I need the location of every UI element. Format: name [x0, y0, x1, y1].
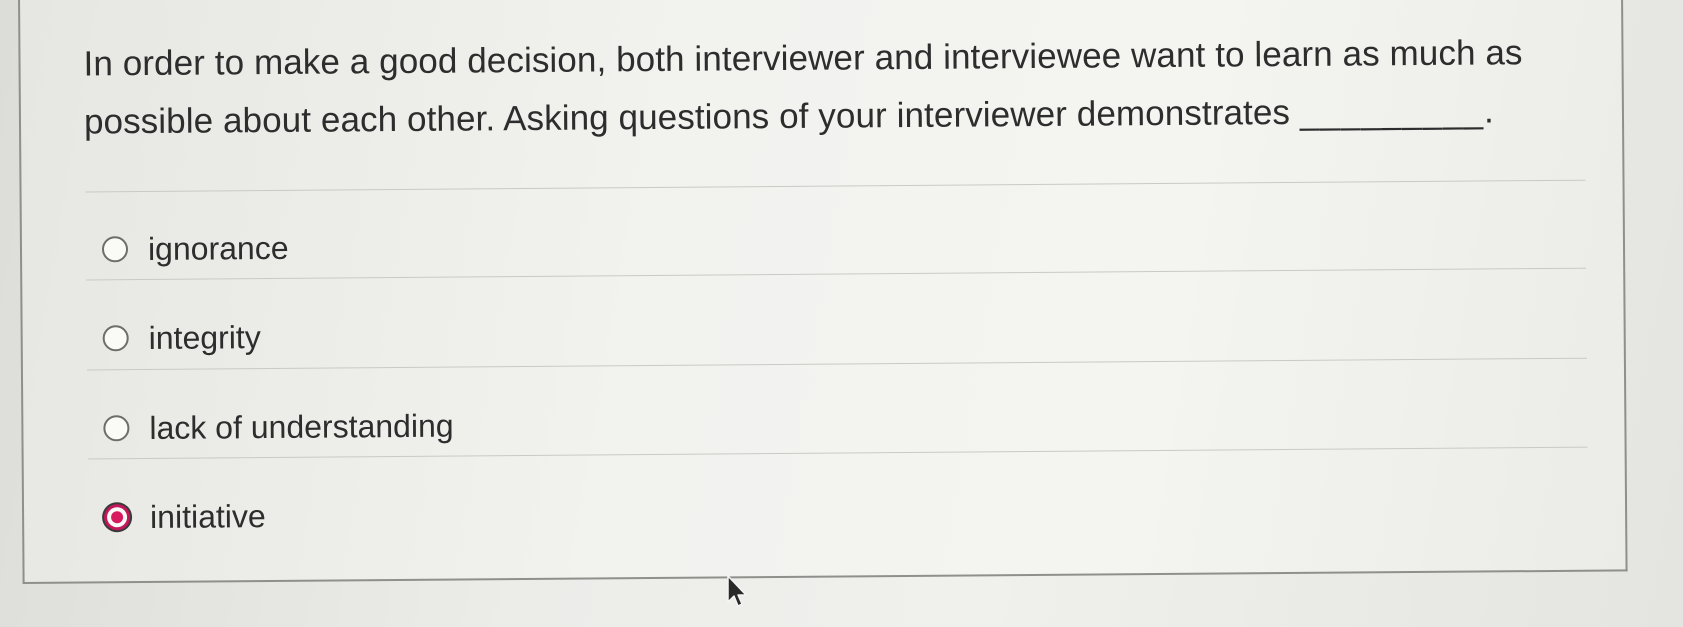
option-label: initiative	[149, 497, 266, 535]
option-label: ignorance	[147, 229, 289, 267]
option-label: lack of understanding	[149, 407, 454, 446]
radio-button-selected[interactable]	[103, 504, 131, 531]
option-lack-of-understanding[interactable]: lack of understanding	[103, 401, 454, 454]
radio-button[interactable]	[103, 415, 130, 442]
option-integrity[interactable]: integrity	[102, 312, 261, 363]
divider	[85, 179, 1586, 193]
mouse-pointer-icon	[727, 575, 747, 607]
answer-blank: _________.	[1299, 91, 1495, 132]
radio-button[interactable]	[102, 325, 129, 352]
option-ignorance[interactable]: ignorance	[101, 223, 289, 274]
divider	[86, 357, 1587, 371]
radio-button[interactable]	[101, 236, 129, 263]
divider	[86, 267, 1587, 281]
option-label: integrity	[148, 318, 261, 356]
question-card: In order to make a good decision, both i…	[18, 0, 1628, 584]
question-text: In order to make a good decision, both i…	[83, 24, 1604, 152]
option-initiative[interactable]: initiative	[103, 491, 266, 542]
